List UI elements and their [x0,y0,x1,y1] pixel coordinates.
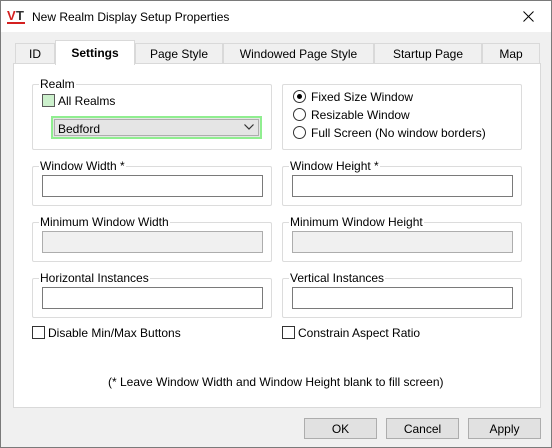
all-realms-checkbox[interactable] [42,94,55,107]
tab-map[interactable]: Map [482,43,540,64]
tab-id-label: ID [29,47,41,61]
close-icon [523,11,534,22]
horizontal-instances-input[interactable] [42,287,263,309]
tab-windowed-page-style-label: Windowed Page Style [239,47,358,61]
svg-text:T: T [16,8,24,23]
min-width-label: Minimum Window Width [39,215,170,229]
cancel-button[interactable]: Cancel [386,418,459,439]
radio-selected-dot [297,94,302,99]
radio-fixed-size-label: Fixed Size Window [311,90,414,104]
min-width-input [42,231,263,253]
min-height-input [292,231,513,253]
title-bar: V T New Realm Display Setup Properties [1,1,551,32]
window-title: New Realm Display Setup Properties [32,10,230,24]
window-height-label: Window Height * [289,159,380,173]
close-button[interactable] [506,1,551,32]
radio-resizable[interactable] [293,108,306,121]
tab-startup-page[interactable]: Startup Page [374,43,482,64]
ok-button-label: OK [331,421,350,436]
constrain-aspect-label: Constrain Aspect Ratio [298,326,421,340]
chevron-down-icon [244,124,254,130]
cancel-button-label: Cancel [403,421,442,436]
tab-settings-label: Settings [71,46,119,60]
ok-button[interactable]: OK [304,418,377,439]
window-width-input[interactable] [42,175,263,197]
vertical-instances-label: Vertical Instances [289,271,386,285]
tab-page-style-label: Page Style [149,47,209,61]
tab-settings[interactable]: Settings [55,40,135,65]
all-realms-label: All Realms [58,94,116,108]
radio-full-screen-label: Full Screen (No window borders) [311,126,486,140]
apply-button[interactable]: Apply [468,418,541,439]
dialog-window: V T New Realm Display Setup Properties I… [0,0,552,448]
disable-minmax-checkbox[interactable] [32,326,45,339]
tab-map-label: Map [499,47,523,61]
horizontal-instances-label: Horizontal Instances [39,271,150,285]
svg-text:V: V [7,8,16,23]
apply-button-label: Apply [489,421,520,436]
constrain-aspect-checkbox[interactable] [282,326,295,339]
tab-id[interactable]: ID [15,43,55,64]
window-height-input[interactable] [292,175,513,197]
tab-startup-page-label: Startup Page [392,47,464,61]
tab-windowed-page-style[interactable]: Windowed Page Style [223,43,374,64]
realm-select-value: Bedford [58,122,101,136]
min-height-label: Minimum Window Height [289,215,424,229]
radio-fixed-size[interactable] [293,90,306,103]
window-width-label: Window Width * [39,159,126,173]
blank-fields-note: (* Leave Window Width and Window Height … [108,375,444,389]
tab-page-style[interactable]: Page Style [135,43,223,64]
radio-resizable-label: Resizable Window [311,108,410,122]
realm-select[interactable]: Bedford [51,116,262,139]
radio-full-screen[interactable] [293,126,306,139]
realm-group-label: Realm [39,77,76,91]
app-logo-icon: V T [7,8,27,26]
disable-minmax-label: Disable Min/Max Buttons [48,326,181,340]
vertical-instances-input[interactable] [292,287,513,309]
